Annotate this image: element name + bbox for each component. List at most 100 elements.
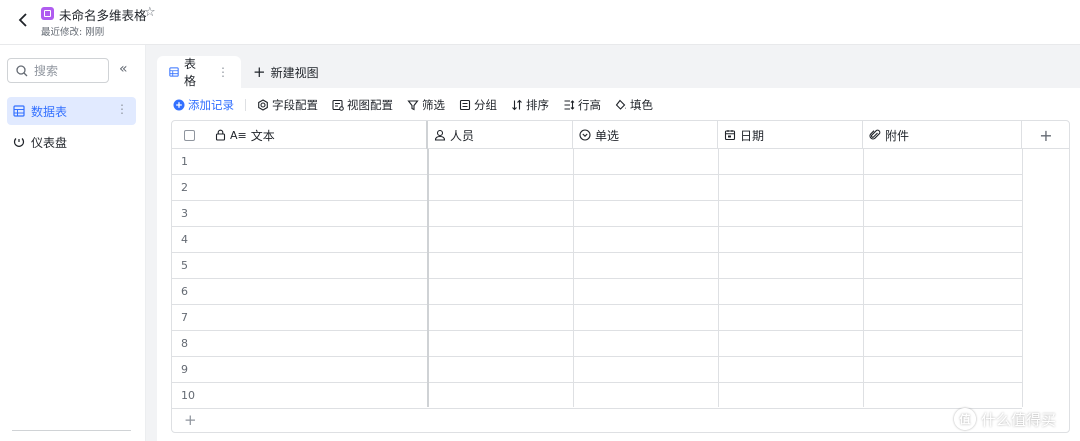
column-header-label: 单选 bbox=[595, 128, 620, 143]
fill-color-label: 填色 bbox=[630, 98, 653, 112]
person-icon bbox=[434, 129, 446, 141]
search-box[interactable] bbox=[7, 58, 109, 83]
tab-label: 表格 bbox=[184, 57, 197, 88]
view-config-label: 视图配置 bbox=[347, 98, 393, 112]
attachment-icon bbox=[869, 129, 881, 140]
sidebar-item-dashboard[interactable]: 仪表盘 bbox=[7, 128, 136, 156]
tab-more-icon[interactable]: ⋮ bbox=[217, 65, 229, 79]
sidebar-divider bbox=[12, 430, 131, 431]
field-config-button[interactable]: 字段配置 bbox=[250, 97, 325, 113]
select-all-checkbox[interactable] bbox=[184, 129, 195, 141]
add-record-label: 添加记录 bbox=[188, 98, 234, 112]
group-icon bbox=[459, 99, 471, 111]
column-header-date[interactable]: 日期 bbox=[718, 121, 863, 149]
new-view-button[interactable]: + 新建视图 bbox=[241, 56, 331, 88]
plus-circle-icon bbox=[173, 99, 185, 111]
table-row[interactable]: 9 bbox=[172, 357, 1022, 383]
sort-icon bbox=[512, 99, 522, 111]
row-number: 5 bbox=[181, 259, 188, 272]
group-button[interactable]: 分组 bbox=[452, 97, 504, 113]
row-height-icon bbox=[564, 100, 575, 110]
sidebar-item-label: 仪表盘 bbox=[31, 135, 68, 150]
column-divider bbox=[573, 149, 574, 407]
column-divider bbox=[1022, 149, 1023, 407]
document-title[interactable]: 未命名多维表格 bbox=[59, 5, 147, 24]
star-icon[interactable]: ☆ bbox=[144, 5, 156, 20]
dashboard-icon bbox=[13, 138, 25, 147]
table-row[interactable]: 8 bbox=[172, 331, 1022, 357]
filter-button[interactable]: 筛选 bbox=[400, 97, 452, 113]
text-field-icon: A≡ bbox=[230, 128, 247, 142]
last-modified-text: 最近修改: 刚刚 bbox=[41, 27, 105, 38]
row-number: 4 bbox=[181, 233, 188, 246]
table-row[interactable]: 10 bbox=[172, 383, 1022, 409]
table-row[interactable]: 5 bbox=[172, 253, 1022, 279]
sort-button[interactable]: 排序 bbox=[504, 97, 556, 113]
column-header-label: 日期 bbox=[740, 128, 765, 143]
sidebar: « 数据表 ⋮ 仪表盘 bbox=[0, 45, 146, 441]
filter-label: 筛选 bbox=[422, 98, 445, 112]
search-input[interactable] bbox=[34, 63, 104, 78]
view-settings-icon bbox=[332, 99, 344, 111]
row-number: 8 bbox=[181, 337, 188, 350]
add-row-button[interactable]: + bbox=[172, 407, 1022, 432]
sort-label: 排序 bbox=[526, 98, 549, 112]
table-row[interactable]: 1 bbox=[172, 149, 1022, 175]
table-row[interactable]: 4 bbox=[172, 227, 1022, 253]
table-row[interactable]: 7 bbox=[172, 305, 1022, 331]
column-header-person[interactable]: 人员 bbox=[428, 121, 573, 149]
grid-header: A≡ 文本 人员 单选 日期 附件 + bbox=[172, 121, 1069, 149]
row-number: 2 bbox=[181, 181, 188, 194]
column-header-text[interactable]: A≡ 文本 bbox=[172, 121, 428, 149]
watermark: 值 什么值得买 bbox=[954, 408, 1056, 430]
column-header-single-select[interactable]: 单选 bbox=[573, 121, 718, 149]
row-number: 1 bbox=[181, 155, 188, 168]
table-row[interactable]: 2 bbox=[172, 175, 1022, 201]
column-header-label: 人员 bbox=[450, 128, 475, 143]
filter-icon bbox=[407, 100, 419, 111]
row-number: 7 bbox=[181, 311, 188, 324]
column-divider bbox=[863, 149, 864, 407]
row-number: 9 bbox=[181, 363, 188, 376]
group-label: 分组 bbox=[474, 98, 497, 112]
sidebar-item-label: 数据表 bbox=[31, 104, 68, 119]
table-icon bbox=[13, 105, 25, 117]
lock-icon bbox=[215, 129, 226, 141]
column-header-label: 文本 bbox=[250, 128, 275, 143]
back-button[interactable] bbox=[14, 10, 32, 30]
main-area: 表格 ⋮ + 新建视图 添加记录 字段配置 视图配置 筛选 分组 排序 行高 填… bbox=[146, 45, 1080, 441]
add-column-button[interactable]: + bbox=[1022, 121, 1069, 149]
app-header: 未命名多维表格 ☆ 最近修改: 刚刚 bbox=[0, 0, 1080, 45]
toolbar: 添加记录 字段配置 视图配置 筛选 分组 排序 行高 填色 bbox=[157, 94, 660, 116]
row-height-label: 行高 bbox=[578, 98, 601, 112]
row-number: 6 bbox=[181, 285, 188, 298]
column-header-label: 附件 bbox=[885, 128, 910, 143]
row-number: 3 bbox=[181, 207, 188, 220]
field-config-label: 字段配置 bbox=[272, 98, 318, 112]
row-number: 10 bbox=[181, 389, 195, 402]
plus-icon: + bbox=[253, 63, 266, 81]
collapse-sidebar-icon[interactable]: « bbox=[119, 61, 128, 77]
paint-bucket-icon bbox=[615, 99, 626, 110]
column-header-attachment[interactable]: 附件 bbox=[863, 121, 1022, 149]
chevron-left-icon bbox=[18, 13, 27, 27]
table-icon bbox=[169, 67, 179, 77]
add-record-button[interactable]: 添加记录 bbox=[157, 97, 241, 113]
row-height-button[interactable]: 行高 bbox=[556, 97, 608, 113]
table-content: 添加记录 字段配置 视图配置 筛选 分组 排序 行高 填色 A≡ 文本 人员 单… bbox=[157, 88, 1080, 441]
sidebar-item-datatable[interactable]: 数据表 ⋮ bbox=[7, 97, 136, 125]
toolbar-divider bbox=[245, 99, 246, 111]
tab-table-view[interactable]: 表格 ⋮ bbox=[157, 56, 241, 88]
table-row[interactable]: 3 bbox=[172, 201, 1022, 227]
calendar-icon bbox=[724, 130, 736, 141]
view-config-button[interactable]: 视图配置 bbox=[325, 97, 400, 113]
data-grid: A≡ 文本 人员 单选 日期 附件 + 1 2 3 4 5 6 7 8 9 10… bbox=[171, 120, 1070, 433]
table-row[interactable]: 6 bbox=[172, 279, 1022, 305]
tab-label: 新建视图 bbox=[270, 65, 319, 80]
single-select-icon bbox=[579, 129, 591, 141]
column-divider bbox=[718, 149, 719, 407]
watermark-text: 什么值得买 bbox=[981, 410, 1057, 429]
more-options-icon[interactable]: ⋮ bbox=[116, 102, 128, 116]
watermark-logo: 值 bbox=[954, 408, 976, 430]
fill-color-button[interactable]: 填色 bbox=[608, 97, 660, 113]
